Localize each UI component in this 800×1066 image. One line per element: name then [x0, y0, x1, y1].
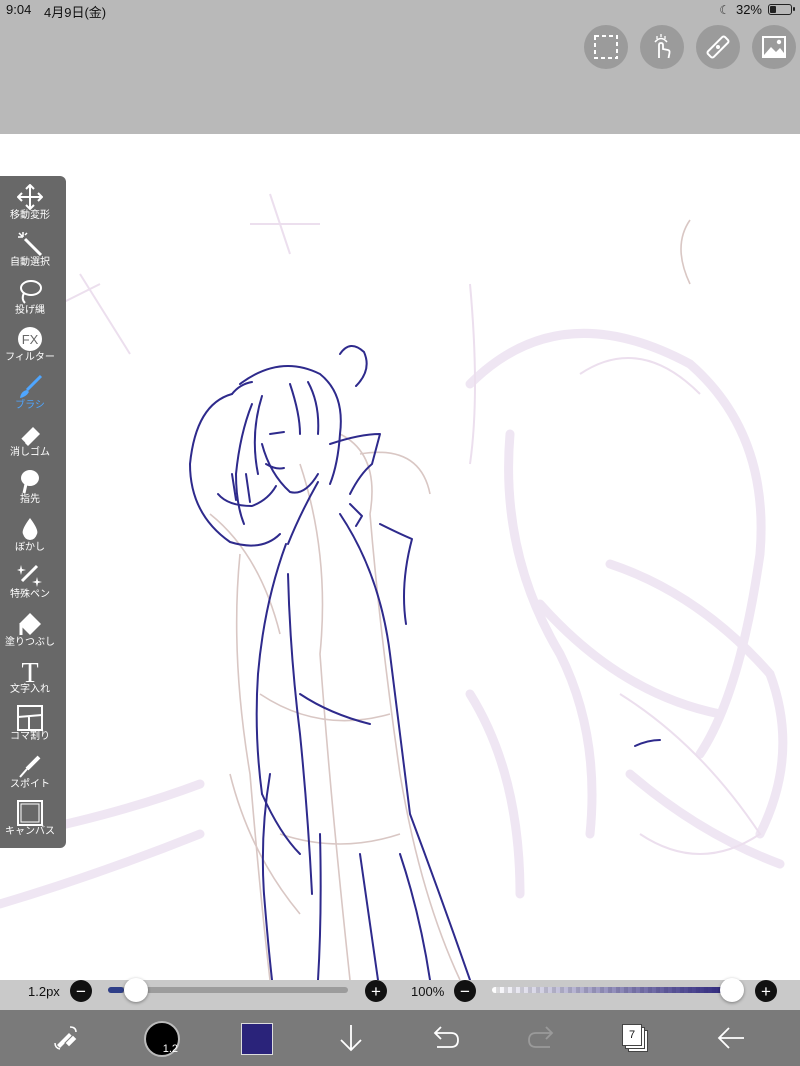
tool-magic-wand[interactable]: 自動選択 [0, 231, 60, 278]
plus-icon: + [371, 981, 381, 1001]
brush-size-value: 1.2 [162, 1043, 178, 1055]
redo-icon [528, 1026, 554, 1048]
opacity-fill [492, 987, 732, 993]
tool-text[interactable]: T 文字入れ [0, 658, 60, 705]
image-button[interactable] [752, 25, 796, 69]
tool-label: 消しゴム [10, 447, 50, 458]
opacity-knob[interactable] [720, 978, 744, 1002]
arrow-down-icon [340, 1025, 362, 1052]
frame-icon [16, 705, 44, 732]
svg-text:T: T [21, 658, 38, 684]
moon-icon: ☾ [719, 2, 730, 17]
tool-label: スポイト [10, 778, 50, 790]
brush-icon [16, 374, 44, 400]
tool-label: 塗りつぶし [4, 636, 56, 648]
blur-icon [16, 516, 44, 542]
status-time: 9:04 [6, 2, 32, 17]
tool-eyedropper[interactable]: スポイト [0, 753, 60, 800]
bottom-toolbar: 1.2 7 [0, 1010, 800, 1066]
minus-icon: − [76, 981, 86, 1001]
opacity-label: 100% [411, 984, 445, 999]
move-icon [16, 184, 44, 210]
tool-label: ブラシ [15, 399, 45, 411]
tool-special-pen[interactable]: 特殊ペン [0, 563, 60, 610]
text-icon: T [16, 658, 44, 684]
undo-icon [433, 1026, 459, 1048]
fx-icon: FX [16, 326, 44, 352]
tool-fx[interactable]: FX フィルター [0, 326, 60, 373]
tool-label: コマ割り [10, 731, 50, 743]
selection-icon [594, 35, 618, 59]
layer-merge-down-button[interactable] [331, 1018, 371, 1058]
selection-button[interactable] [584, 25, 628, 69]
battery-percent: 32% [735, 2, 762, 17]
lasso-icon [16, 279, 44, 305]
layer-count: 7 [628, 1029, 636, 1041]
image-icon [762, 36, 786, 58]
brush-size-decrease-button[interactable]: − [70, 980, 92, 1002]
slider-bar: 1.2px − + 100% − + [0, 978, 800, 1010]
tool-label: 指先 [20, 494, 40, 506]
tool-label: 自動選択 [10, 257, 50, 269]
brush-size-knob[interactable] [124, 978, 148, 1002]
tool-label: フィルター [5, 352, 55, 364]
artwork [0, 193, 788, 980]
opacity-track[interactable] [492, 987, 732, 993]
brush-size-indicator[interactable]: 1.2 [144, 1021, 180, 1057]
tool-label: ぼかし [15, 541, 45, 553]
layers-button[interactable]: 7 [622, 1024, 648, 1052]
drawing-canvas[interactable] [0, 134, 800, 980]
brush-size-increase-button[interactable]: + [365, 980, 387, 1002]
gesture-button[interactable] [640, 25, 684, 69]
ruler-icon [706, 35, 730, 59]
tool-brush[interactable]: ブラシ [0, 374, 60, 421]
tool-move[interactable]: 移動変形 [0, 184, 60, 231]
tool-smudge[interactable]: 指先 [0, 468, 60, 515]
back-button[interactable] [711, 1018, 751, 1058]
bucket-icon [16, 611, 44, 637]
tool-label: キャンバス [5, 826, 55, 838]
special-pen-icon [16, 563, 44, 589]
tool-label: 特殊ペン [10, 589, 50, 601]
magic-wand-icon [16, 231, 44, 257]
tool-label: 文字入れ [10, 684, 50, 695]
ruler-button[interactable] [696, 25, 740, 69]
tool-bucket[interactable]: 塗りつぶし [0, 611, 60, 658]
opacity-increase-button[interactable]: + [755, 980, 777, 1002]
eyedropper-icon [16, 753, 44, 779]
tool-eraser[interactable]: 消しゴム [0, 421, 60, 468]
color-swatch[interactable] [241, 1023, 273, 1055]
brush-size-label: 1.2px [28, 984, 60, 999]
brush-size-fill [108, 987, 124, 993]
status-right: ☾ 32% [719, 2, 795, 17]
minus-icon: − [460, 981, 470, 1001]
tool-frame[interactable]: コマ割り [0, 705, 60, 752]
gesture-icon [654, 34, 671, 59]
tool-blur[interactable]: ぼかし [0, 516, 60, 563]
redo-button[interactable] [521, 1018, 561, 1058]
arrow-left-icon [717, 1027, 744, 1049]
top-toolbar: 9:04 4月9日(金) ☾ 32% [0, 0, 800, 134]
tool-panel: 移動変形自動選択投げ縄 FX フィルターブラシ消しゴム指先ぼかし特殊ペン塗りつぶし T… [0, 176, 66, 848]
tool-canvas[interactable]: キャンバス [0, 800, 60, 847]
smudge-icon [16, 468, 44, 494]
tool-lasso[interactable]: 投げ縄 [0, 279, 60, 326]
opacity-decrease-button[interactable]: − [454, 980, 476, 1002]
brush-eraser-toggle-icon [54, 1026, 78, 1050]
status-date: 4月9日(金) [44, 5, 107, 20]
tool-label: 移動変形 [10, 210, 50, 221]
canvas-icon [16, 800, 44, 827]
undo-button[interactable] [426, 1018, 466, 1058]
tool-label: 投げ縄 [15, 304, 45, 316]
svg-text:FX: FX [22, 332, 39, 347]
plus-icon: + [761, 981, 771, 1001]
brush-eraser-toggle-button[interactable] [46, 1018, 86, 1058]
battery-icon [768, 4, 795, 15]
eraser-icon [16, 421, 44, 447]
